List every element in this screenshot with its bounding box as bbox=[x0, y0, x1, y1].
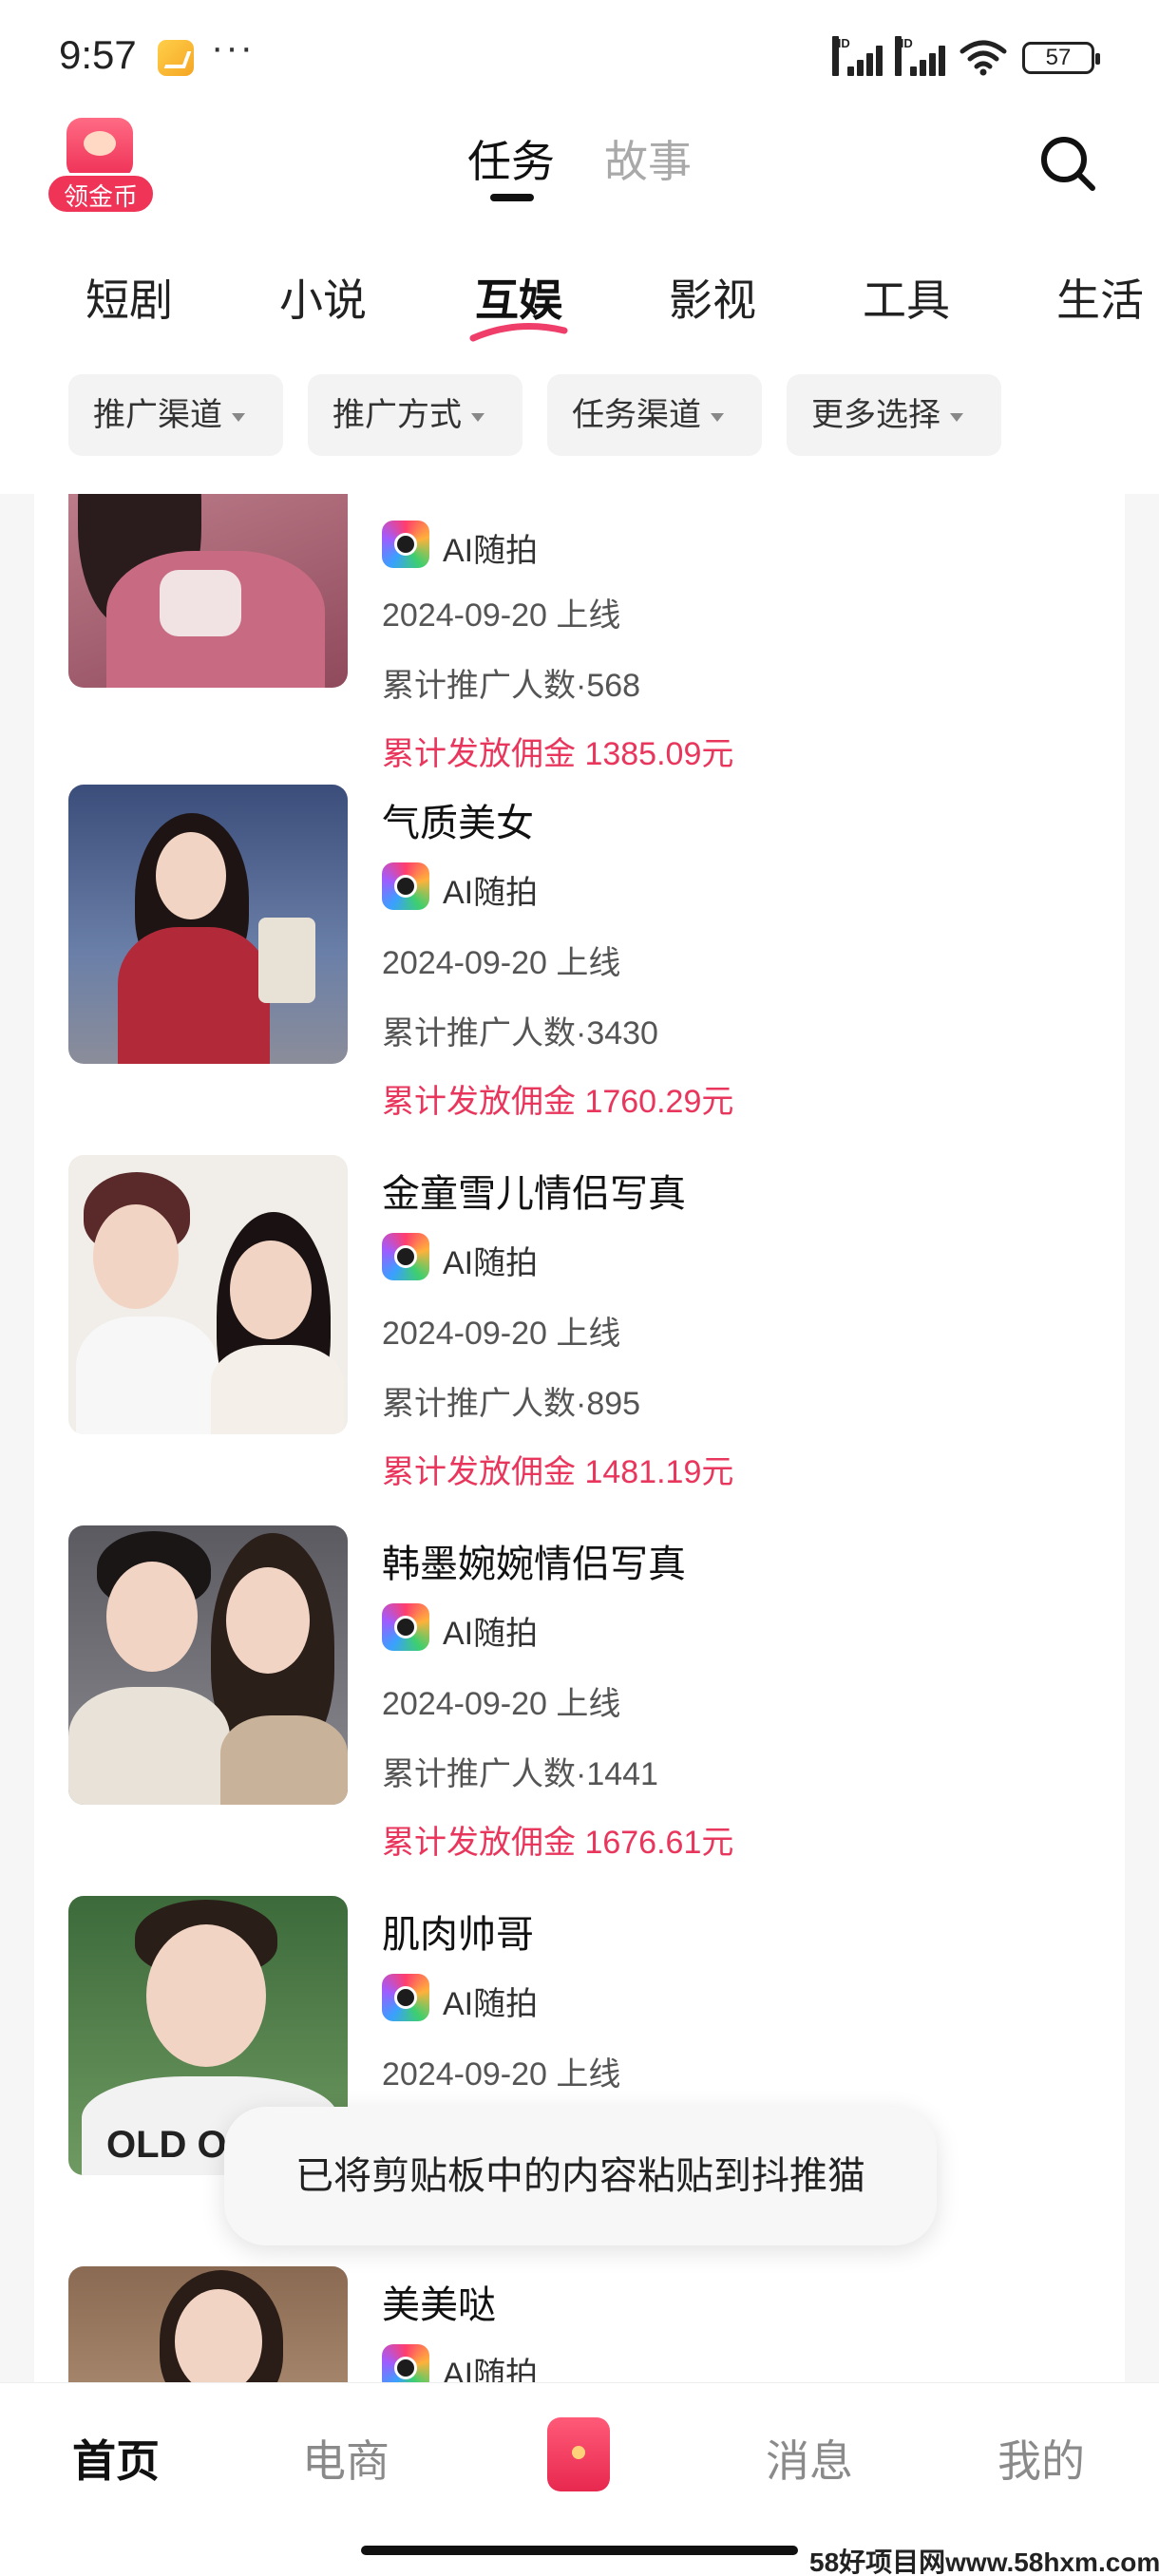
cell-signal-2-icon: HD bbox=[895, 36, 946, 76]
ai-camera-app-icon bbox=[382, 1603, 429, 1651]
item-app-name: AI随拍 bbox=[443, 1245, 539, 1281]
ai-camera-app-icon bbox=[382, 1233, 429, 1280]
item-title: 肌肉帅哥 bbox=[382, 1914, 534, 1956]
item-promoter-count: 累计推广人数·1441 bbox=[382, 1756, 658, 1792]
item-app-name: AI随拍 bbox=[443, 1986, 539, 2022]
item-thumbnail bbox=[68, 1525, 348, 1805]
category-tab-video[interactable]: 影视 bbox=[669, 266, 756, 329]
thumbnail-shirt-print: OLD O bbox=[106, 2124, 227, 2166]
item-app-name: AI随拍 bbox=[443, 875, 539, 911]
filter-more-options-label: 更多选择 bbox=[811, 397, 940, 433]
filter-promo-channel-label: 推广渠道 bbox=[93, 397, 222, 433]
wifi-icon bbox=[960, 40, 1007, 76]
ai-camera-app-icon bbox=[382, 862, 429, 910]
earn-coins-label: 领金币 bbox=[46, 173, 156, 215]
item-app-name: AI随拍 bbox=[443, 533, 539, 569]
ai-camera-app-icon bbox=[382, 521, 429, 568]
nav-messages[interactable]: 消息 bbox=[766, 2427, 853, 2490]
item-commission: 累计发放佣金 1385.09元 bbox=[382, 736, 734, 772]
battery-icon: 57 bbox=[1022, 42, 1100, 74]
more-notifications-icon: ··· bbox=[211, 27, 255, 68]
status-bar: 9:57 ··· HD HD 57 bbox=[0, 0, 1159, 104]
filter-promo-channel[interactable]: 推广渠道 bbox=[68, 374, 283, 456]
item-thumbnail bbox=[68, 494, 348, 688]
item-launch-date: 2024-09-20 上线 bbox=[382, 1686, 621, 1722]
filter-more-options[interactable]: 更多选择 bbox=[787, 374, 1001, 456]
toast-message: 已将剪贴板中的内容粘贴到抖推猫 bbox=[224, 2107, 937, 2245]
item-promoter-count: 累计推广人数·895 bbox=[382, 1386, 641, 1422]
category-active-indicator bbox=[469, 323, 568, 342]
item-title: 美美哒 bbox=[382, 2284, 496, 2326]
nav-home[interactable]: 首页 bbox=[72, 2427, 160, 2490]
category-tab-tools[interactable]: 工具 bbox=[863, 266, 950, 329]
item-title: 金童雪儿情侣写真 bbox=[382, 1173, 686, 1215]
tab-tasks[interactable]: 任务 bbox=[467, 127, 555, 190]
cell-signal-icon: HD bbox=[832, 36, 884, 76]
list-item[interactable]: 韩墨婉婉情侣写真 AI随拍 2024-09-20 上线 累计推广人数·1441 … bbox=[34, 1525, 1125, 1896]
item-thumbnail bbox=[68, 2266, 348, 2384]
filter-task-channel-label: 任务渠道 bbox=[572, 397, 701, 433]
list-item[interactable]: 美美哒 AI随拍 bbox=[34, 2266, 1125, 2384]
ai-camera-app-icon bbox=[382, 2344, 429, 2384]
red-packet-icon[interactable] bbox=[547, 2417, 610, 2491]
caret-down-icon bbox=[232, 412, 245, 422]
nav-ecommerce[interactable]: 电商 bbox=[302, 2427, 390, 2490]
search-icon[interactable] bbox=[1037, 133, 1098, 194]
item-title: 气质美女 bbox=[382, 803, 534, 844]
home-indicator[interactable] bbox=[361, 2546, 798, 2555]
list-item[interactable]: 金童雪儿情侣写真 AI随拍 2024-09-20 上线 累计推广人数·895 累… bbox=[34, 1155, 1125, 1525]
item-launch-date: 2024-09-20 上线 bbox=[382, 2056, 621, 2093]
coin-bag-icon bbox=[66, 118, 133, 179]
item-thumbnail bbox=[68, 1155, 348, 1434]
caret-down-icon bbox=[711, 412, 724, 422]
item-promoter-count: 累计推广人数·568 bbox=[382, 668, 641, 704]
filter-task-channel[interactable]: 任务渠道 bbox=[547, 374, 762, 456]
item-launch-date: 2024-09-20 上线 bbox=[382, 945, 621, 981]
item-commission: 累计发放佣金 1760.29元 bbox=[382, 1084, 734, 1120]
list-item[interactable]: 气质美女 AI随拍 2024-09-20 上线 累计推广人数·3430 累计发放… bbox=[34, 785, 1125, 1155]
item-commission: 累计发放佣金 1481.19元 bbox=[382, 1454, 734, 1490]
category-tab-short-drama[interactable]: 短剧 bbox=[86, 266, 173, 329]
item-launch-date: 2024-09-20 上线 bbox=[382, 1316, 621, 1352]
caret-down-icon bbox=[950, 412, 963, 422]
item-title: 韩墨婉婉情侣写真 bbox=[382, 1544, 686, 1585]
category-tab-entertainment[interactable]: 互娱 bbox=[475, 266, 562, 329]
item-thumbnail bbox=[68, 785, 348, 1064]
status-time: 9:57 bbox=[59, 32, 137, 77]
category-tab-novel[interactable]: 小说 bbox=[279, 266, 367, 329]
task-list: AI随拍 2024-09-20 上线 累计推广人数·568 累计发放佣金 138… bbox=[34, 494, 1125, 2384]
notification-app-icon bbox=[158, 40, 194, 76]
item-commission: 累计发放佣金 1676.61元 bbox=[382, 1825, 734, 1861]
item-app-name: AI随拍 bbox=[443, 1616, 539, 1652]
list-item[interactable]: AI随拍 2024-09-20 上线 累计推广人数·568 累计发放佣金 138… bbox=[34, 494, 1125, 779]
tab-active-indicator bbox=[490, 194, 534, 201]
item-app-name: AI随拍 bbox=[443, 2357, 539, 2384]
filter-promo-method[interactable]: 推广方式 bbox=[308, 374, 522, 456]
nav-profile[interactable]: 我的 bbox=[998, 2427, 1085, 2490]
category-tab-life[interactable]: 生活 bbox=[1056, 266, 1144, 329]
tab-stories[interactable]: 故事 bbox=[604, 127, 692, 190]
earn-coins-button[interactable]: 领金币 bbox=[46, 118, 156, 217]
filter-promo-method-label: 推广方式 bbox=[332, 397, 462, 433]
item-launch-date: 2024-09-20 上线 bbox=[382, 597, 621, 634]
caret-down-icon bbox=[471, 412, 484, 422]
ai-camera-app-icon bbox=[382, 1974, 429, 2021]
watermark: 58好项目网www.58hxm.com bbox=[809, 2548, 1159, 2576]
item-promoter-count: 累计推广人数·3430 bbox=[382, 1015, 658, 1051]
